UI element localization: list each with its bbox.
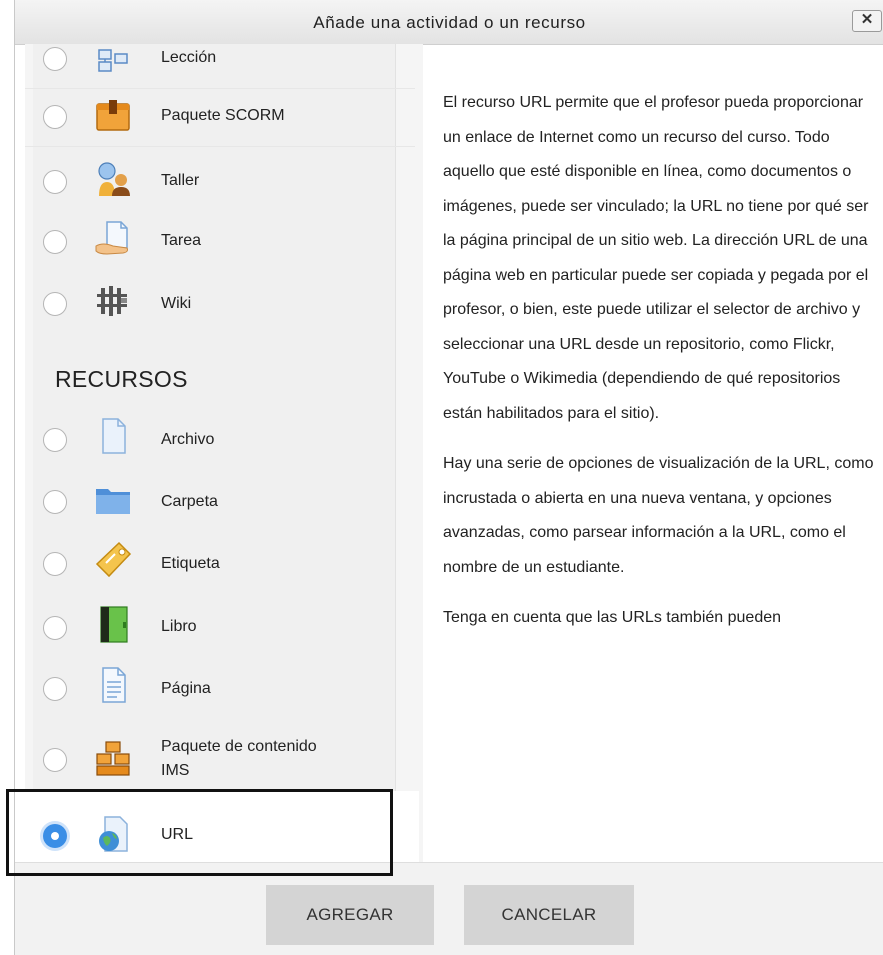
section-heading-recursos: RECURSOS <box>55 366 188 392</box>
dialog-titlebar: Añade una actividad o un recurso ✕ <box>15 0 883 45</box>
lesson-icon <box>98 49 128 72</box>
book-icon <box>100 606 128 643</box>
option-label: Taller <box>161 172 200 189</box>
option-taller[interactable]: Taller <box>25 152 415 210</box>
options-list[interactable]: Lección Paquete SCORM Taller Tarea Wiki … <box>25 44 423 862</box>
folder-icon <box>96 489 130 514</box>
option-label: Paquete de contenido IMS <box>161 735 317 783</box>
option-paquete-scorm[interactable]: Paquete SCORM <box>25 88 415 147</box>
radio-url[interactable] <box>43 824 67 848</box>
option-label: Lección <box>161 49 217 66</box>
option-carpeta[interactable]: Carpeta <box>25 472 415 530</box>
radio-archivo[interactable] <box>43 428 67 452</box>
page-icon <box>102 667 126 703</box>
option-etiqueta[interactable]: Etiqueta <box>25 534 415 592</box>
option-tarea[interactable]: Tarea <box>25 212 415 270</box>
assignment-icon <box>95 221 128 255</box>
dialog-title: Añade una actividad o un recurso <box>313 13 586 32</box>
option-label: Carpeta <box>161 493 218 510</box>
option-label: Archivo <box>161 431 215 448</box>
option-pagina[interactable]: Página <box>25 659 415 717</box>
url-globe-icon <box>99 816 128 852</box>
option-label: Etiqueta <box>161 555 220 572</box>
radio-wiki[interactable] <box>43 292 67 316</box>
option-url[interactable]: URL <box>25 806 415 862</box>
description-paragraph: El recurso URL permite que el profesor p… <box>443 94 869 422</box>
ims-package-icon <box>96 741 130 776</box>
option-archivo[interactable]: Archivo <box>25 410 415 468</box>
option-libro[interactable]: Libro <box>25 598 415 656</box>
radio-carpeta[interactable] <box>43 490 67 514</box>
radio-tarea[interactable] <box>43 230 67 254</box>
radio-leccion[interactable] <box>43 47 67 71</box>
radio-libro[interactable] <box>43 616 67 640</box>
option-label: Página <box>161 680 211 697</box>
add-activity-dialog: Añade una actividad o un recurso ✕ Lecci… <box>14 0 883 955</box>
option-label: Paquete SCORM <box>161 107 285 124</box>
description-paragraph: Hay una serie de opciones de visualizaci… <box>443 455 874 576</box>
radio-pagina[interactable] <box>43 677 67 701</box>
dialog-footer: AGREGAR CANCELAR <box>15 862 883 955</box>
option-leccion[interactable]: Lección <box>25 44 415 89</box>
option-label: Wiki <box>161 295 192 312</box>
option-label: Tarea <box>161 232 202 249</box>
option-wiki[interactable]: Wiki <box>25 274 415 332</box>
scorm-package-icon <box>96 100 130 131</box>
option-label-line2: IMS <box>161 762 190 779</box>
add-button[interactable]: AGREGAR <box>266 885 434 945</box>
close-button[interactable]: ✕ <box>852 10 882 32</box>
file-icon <box>102 418 126 454</box>
workshop-icon <box>98 162 130 196</box>
radio-paquete-scorm[interactable] <box>43 105 67 129</box>
radio-paquete-ims[interactable] <box>43 748 67 772</box>
option-label: URL <box>161 826 194 843</box>
radio-taller[interactable] <box>43 170 67 194</box>
cancel-button[interactable]: CANCELAR <box>464 885 634 945</box>
wiki-icon <box>97 286 127 316</box>
option-paquete-ims[interactable]: Paquete de contenido IMS <box>25 722 415 790</box>
label-tag-icon <box>95 541 132 578</box>
option-label-line1: Paquete de contenido <box>161 738 317 755</box>
option-label: Libro <box>161 618 197 635</box>
description-panel: El recurso URL permite que el profesor p… <box>443 44 883 862</box>
description-paragraph: Tenga en cuenta que las URLs también pue… <box>443 609 782 626</box>
radio-etiqueta[interactable] <box>43 552 67 576</box>
